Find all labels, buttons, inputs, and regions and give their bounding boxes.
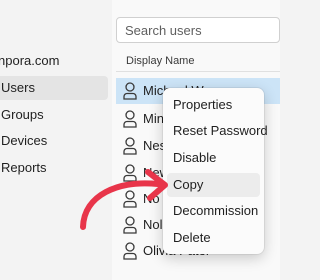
tenant-domain: npora.com: [0, 53, 60, 68]
sidebar-item-reports[interactable]: Reports: [0, 156, 108, 180]
menu-item-reset-password[interactable]: Reset Password: [167, 119, 268, 143]
user-icon: [123, 164, 137, 182]
menu-item-properties[interactable]: Properties: [167, 93, 260, 117]
menu-item-decommission[interactable]: Decommission: [167, 199, 260, 223]
sidebar-item-label: Users: [1, 80, 35, 95]
sidebar-item-users[interactable]: Users: [0, 76, 108, 100]
user-icon: [123, 242, 137, 260]
search-input[interactable]: [117, 18, 283, 42]
sidebar: npora.com Users Groups Devices Reports: [0, 0, 112, 280]
menu-item-copy[interactable]: Copy: [167, 173, 260, 197]
context-menu: Properties Reset Password Disable Copy D…: [163, 88, 268, 254]
sidebar-item-groups[interactable]: Groups: [0, 103, 108, 127]
user-icon: [123, 216, 137, 234]
user-display-name: Min: [143, 111, 164, 126]
column-header-display-name[interactable]: Display Name: [116, 50, 280, 72]
sidebar-item-label: Groups: [1, 107, 44, 122]
user-display-name: Nol: [143, 217, 163, 232]
sidebar-item-label: Devices: [1, 133, 48, 148]
user-icon: [123, 190, 137, 208]
user-icon: [123, 110, 137, 128]
menu-item-delete[interactable]: Delete: [167, 226, 260, 250]
sidebar-item-label: Reports: [1, 160, 47, 175]
sidebar-item-devices[interactable]: Devices: [0, 129, 108, 153]
user-display-name: No: [143, 191, 160, 206]
user-icon: [123, 137, 137, 155]
menu-item-disable[interactable]: Disable: [167, 146, 260, 170]
search-box[interactable]: [116, 17, 283, 43]
user-icon: [123, 82, 137, 100]
